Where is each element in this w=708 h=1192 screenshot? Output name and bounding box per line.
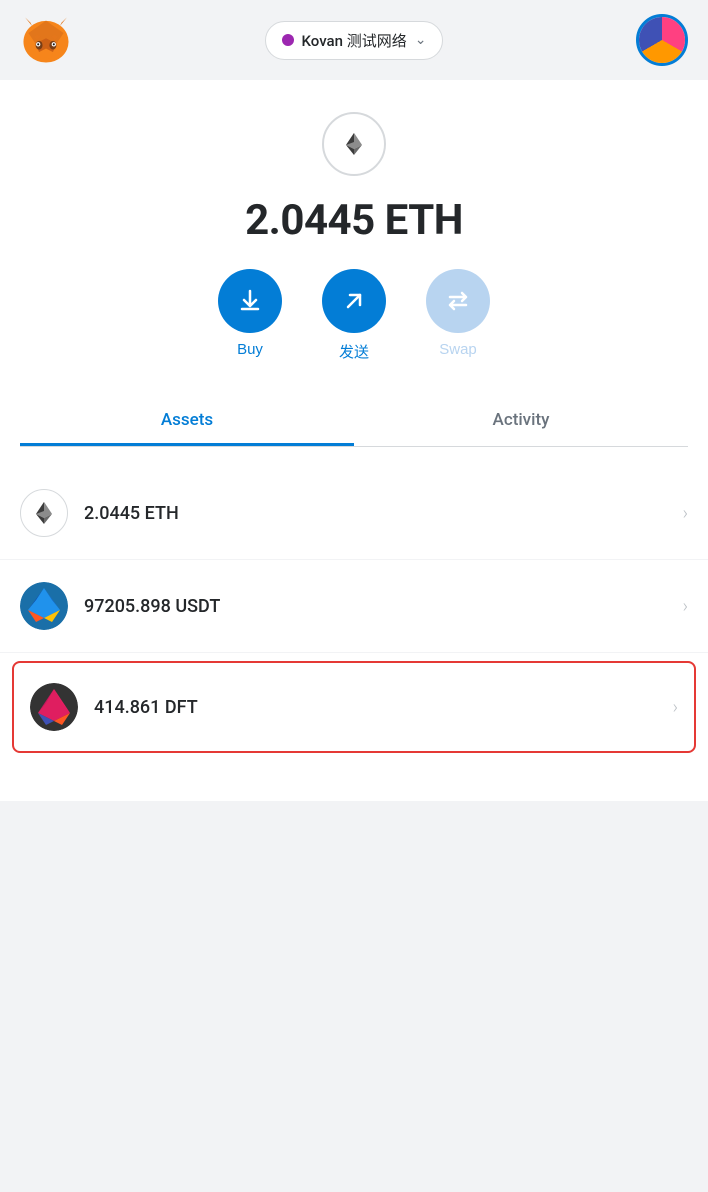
send-icon-circle [322,269,386,333]
eth-token-icon [20,489,68,537]
list-item[interactable]: 97205.898 USDT › [0,560,708,653]
dft-icon-svg [30,683,78,731]
chevron-right-icon: › [683,503,688,524]
main-content: 2.0445 ETH Buy 发送 [0,80,708,801]
balance-display: 2.0445 ETH [245,196,463,245]
swap-icon [444,287,472,315]
action-buttons: Buy 发送 Swap [218,269,490,362]
buy-label: Buy [237,341,263,358]
send-button[interactable]: 发送 [322,269,386,362]
chevron-right-icon: › [683,596,688,617]
avatar[interactable] [636,14,688,66]
eth-logo [322,112,386,176]
chevron-right-icon: › [673,697,678,718]
network-label: Kovan 测试网络 [302,30,407,51]
tab-assets[interactable]: Assets [20,394,354,446]
download-icon [236,287,264,315]
send-label: 发送 [339,341,369,362]
dft-balance: 414.861 DFT [94,697,673,718]
chevron-down-icon: ⌄ [415,32,427,48]
buy-button[interactable]: Buy [218,269,282,358]
dft-token-icon [30,683,78,731]
swap-button[interactable]: Swap [426,269,490,358]
swap-label: Swap [439,341,477,358]
list-item[interactable]: 414.861 DFT › [12,661,696,753]
network-status-dot [282,34,294,46]
buy-icon-circle [218,269,282,333]
usdt-balance: 97205.898 USDT [84,596,683,617]
ethereum-asset-icon [30,499,58,527]
header: Kovan 测试网络 ⌄ [0,0,708,80]
wallet-section: 2.0445 ETH Buy 发送 [0,80,708,467]
usdt-icon-svg [20,582,68,630]
send-arrow-icon [340,287,368,315]
swap-icon-circle [426,269,490,333]
eth-balance: 2.0445 ETH [84,503,683,524]
ethereum-icon [340,130,368,158]
tabs: Assets Activity [20,394,688,447]
asset-list: 2.0445 ETH › 97205.898 USDT › [0,467,708,753]
tab-activity[interactable]: Activity [354,394,688,446]
usdt-token-icon [20,582,68,630]
network-selector[interactable]: Kovan 测试网络 ⌄ [265,21,444,60]
list-item[interactable]: 2.0445 ETH › [0,467,708,560]
metamask-logo [20,14,72,66]
avatar-image [639,17,685,63]
